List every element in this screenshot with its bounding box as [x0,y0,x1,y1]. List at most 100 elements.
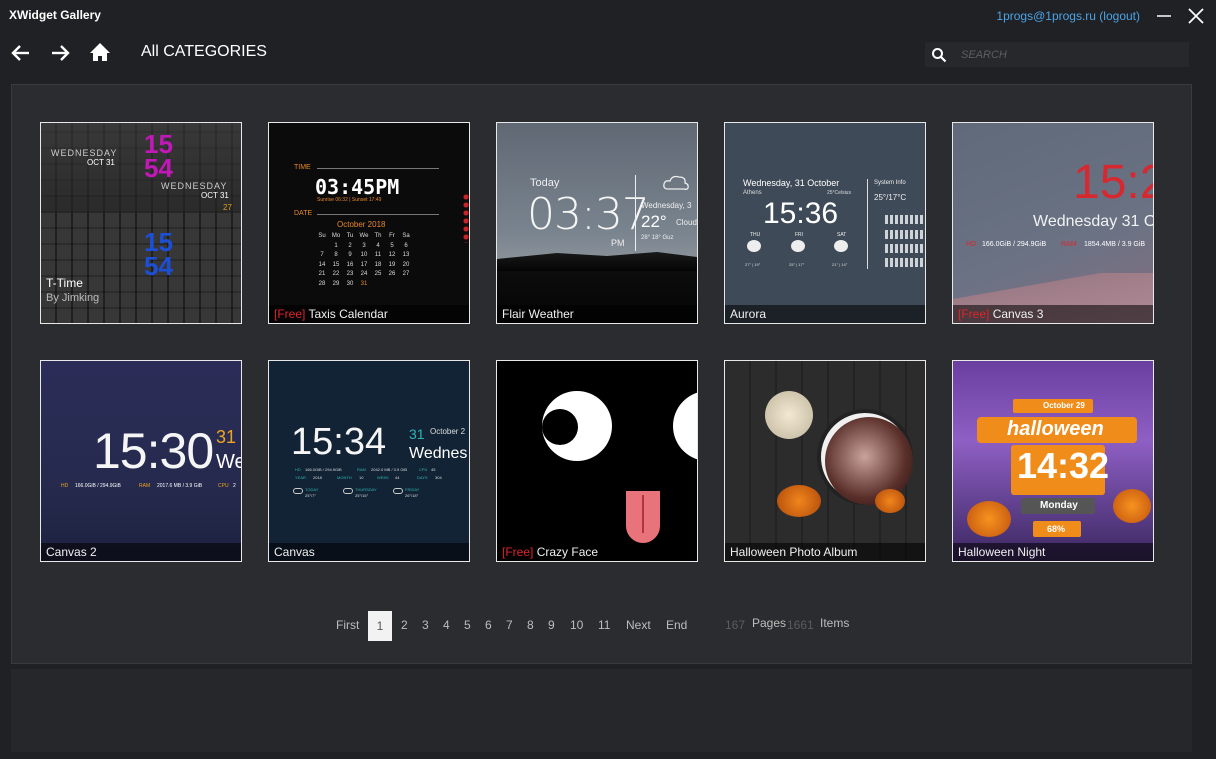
thumb-text: WEDNESDAY [161,181,228,191]
calendar-weekday: Su [318,233,326,239]
widget-thumbnail: 15:2 Wednesday 31 O HD 166.0GiB / 294.9G… [953,123,1153,323]
page-link[interactable]: 3 [422,618,429,632]
calendar-day: 8 [334,252,338,258]
items-label: Items [820,616,850,630]
page-link[interactable]: 4 [443,618,450,632]
thumb-text: 166.0GiB / 294.9GiB [75,483,121,489]
thumb-text: OCT 31 [87,158,115,167]
calendar-day: 7 [320,252,324,258]
calendar-day: 20 [402,261,410,268]
user-logout-link[interactable]: 1progs@1progs.ru (logout) [996,9,1140,23]
thumb-text: DAYS [417,475,428,480]
calendar-day: 27 [402,271,410,277]
calendar-day: 17 [360,261,368,268]
thumb-text: TODAY [305,487,319,492]
page-link[interactable]: 9 [548,618,555,632]
first-page-link[interactable]: First [336,618,359,632]
calendar-day: 23 [346,271,354,277]
next-page-link[interactable]: Next [626,618,651,632]
calendar-day: 4 [376,242,380,249]
thumb-text: Wednesday, 31 October [743,178,840,188]
thumb-text: 10 [359,475,364,480]
end-page-link[interactable]: End [666,618,687,632]
calendar-day: 2 [348,242,352,249]
widget-name: Crazy Face [536,545,599,559]
calendar-day: 13 [402,252,410,258]
page-link-active[interactable]: 1 [368,611,392,641]
page-link[interactable]: 6 [485,618,492,632]
thumb-text: RAM [357,467,366,472]
thumb-text: Today [530,177,560,189]
widget-caption: Halloween Photo Album [725,543,925,561]
calendar-day: 1 [334,242,338,249]
calendar-day: 21 [318,271,326,277]
thumb-text: Sunrise 06:32 | Sunset 17:49 [317,197,382,203]
thumb-text: Wednesday 31 O [1033,213,1153,230]
widget-thumbnail: Today 03:37 PM Wednesday, 3 22° Cloud 28… [497,123,697,323]
widget-card-canvas-2[interactable]: 15:30 31 We HD 166.0GiB / 294.9GiB RAM 2… [40,360,242,562]
widget-card-crazy-face[interactable]: [Free] Crazy Face [496,360,698,562]
thumb-text: CPU [419,467,428,472]
thumb-text: System Info [874,180,906,186]
cloud-icon [662,173,690,198]
page-link[interactable]: 5 [464,618,471,632]
thumb-text: 68% [1047,524,1066,534]
page-link[interactable]: 11 [598,618,610,632]
thumb-text: 15:30 [93,423,214,479]
page-link[interactable]: 7 [506,618,513,632]
calendar-day: 16 [346,261,354,268]
search-box[interactable] [925,42,1189,67]
calendar-day: 15 [332,261,340,268]
minimize-icon[interactable] [1152,4,1176,28]
widget-name: Canvas [274,545,315,559]
thumb-text: CPU [218,483,229,489]
calendar-day: 30 [346,280,354,287]
thumb-text: 2017.6 MB / 3.9 GiB [157,483,203,489]
widget-thumbnail: October 29 halloween 14:32 Monday 68% [953,361,1153,561]
pagination: First 1 2 3 4 5 6 7 8 9 10 11 Next End 1… [0,611,1216,641]
close-icon[interactable] [1184,4,1208,28]
widget-thumbnail: Wednesday, 31 October Athens 25°Celsius … [725,123,925,323]
free-badge: [Free] [958,307,990,321]
calendar-day: 29 [332,280,340,287]
thumb-text: 25°/7° [305,493,316,498]
widget-caption: Aurora [725,305,925,323]
widget-card-taxis-calendar[interactable]: TIME 03:45PM Sunrise 06:32 | Sunset 17:4… [268,122,470,324]
calendar-day: 31 [360,280,368,287]
widget-card-aurora[interactable]: Wednesday, 31 October Athens 25°Celsius … [724,122,926,324]
breadcrumb[interactable]: All CATEGORIES [141,43,267,61]
forward-arrow-icon[interactable] [47,40,73,66]
home-icon[interactable] [87,40,113,66]
widget-card-canvas[interactable]: 15:34 31 October 2 Wednes HD 166.0GiB / … [268,360,470,562]
widget-card-flair-weather[interactable]: Today 03:37 PM Wednesday, 3 22° Cloud 28… [496,122,698,324]
widget-card-canvas-3[interactable]: 15:2 Wednesday 31 O HD 166.0GiB / 294.9G… [952,122,1154,324]
widget-thumbnail: 15:30 31 We HD 166.0GiB / 294.9GiB RAM 2… [41,361,241,561]
page-link[interactable]: 2 [401,618,408,632]
thumb-text: 25° | 17° [789,262,805,267]
page-link[interactable]: 10 [570,618,583,632]
thumb-text: THU [750,232,761,238]
widget-card-t-time[interactable]: WEDNESDAY OCT 31 15 54 WEDNESDAY OCT 31 … [40,122,242,324]
widget-card-halloween-photo-album[interactable]: Halloween Photo Album [724,360,926,562]
thumb-text: 14:32 [1017,445,1110,486]
calendar-weekday: Tu [346,233,354,239]
widget-caption: Canvas [269,543,469,561]
thumb-text: TIME [294,164,311,171]
widget-name: Canvas 2 [46,545,97,559]
thumb-text: THURSDAY [355,487,377,492]
app-window: XWidget Gallery 1progs@1progs.ru (logout… [0,0,1216,759]
footer-panel [11,669,1192,752]
thumb-text: October 2 [430,427,466,436]
thumb-text: 304 [435,475,442,480]
search-input[interactable] [961,45,1181,64]
widget-card-halloween-night[interactable]: October 29 halloween 14:32 Monday 68% Ha… [952,360,1154,562]
thumb-text: 26°/18° [405,493,419,498]
widget-name: Flair Weather [502,307,574,321]
page-link[interactable]: 8 [527,618,534,632]
thumb-text: 31 [216,427,237,447]
widget-name: Aurora [730,307,767,321]
back-arrow-icon[interactable] [8,40,34,66]
thumb-text: OCT 31 [201,191,229,200]
calendar-day: 6 [404,242,408,249]
search-icon[interactable] [931,47,947,63]
